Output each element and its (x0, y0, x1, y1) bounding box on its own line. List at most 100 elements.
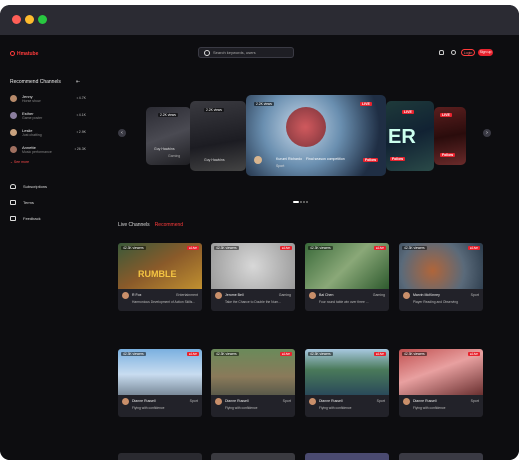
maximize-window-button[interactable] (38, 15, 47, 24)
carousel-slide[interactable]: 2.2K views Guy Hawkins Gaming (146, 107, 191, 165)
live-tile[interactable]: 42.3K viewers ●Live Dianne Russell Sport… (118, 349, 202, 417)
live-badge: ●Live (186, 246, 199, 250)
channel-category: Game poster (22, 116, 43, 120)
live-badge: ●Live (279, 246, 292, 250)
sidebar-channel-jenny[interactable]: Jenny Horse show • 4.7K (10, 94, 86, 106)
live-tile[interactable]: 42.3K viewers ●Live Dianne Russell Sport… (211, 349, 295, 417)
stream-category: Sport (470, 293, 479, 297)
live-tile[interactable]: 42.3K viewers ●Live Dianne Russell Sport… (305, 349, 389, 417)
sidebar-item-terms[interactable]: Terms (10, 199, 80, 209)
carousel-next-button[interactable]: › (483, 129, 491, 137)
stream-category: Sport (276, 164, 285, 168)
page-dot[interactable] (306, 201, 308, 203)
window-titlebar (0, 5, 519, 35)
live-badge: ●Live (279, 352, 292, 356)
follow-button[interactable]: Follow (363, 158, 379, 162)
live-tile[interactable] (305, 453, 389, 460)
carousel-pagination[interactable] (293, 190, 309, 208)
sidebar-channel-annette[interactable]: Annette Music performance • 26.3K (10, 145, 86, 157)
view-count: 42.3K viewers (121, 246, 146, 250)
avatar (215, 292, 222, 299)
sidebar-item-subscriptions[interactable]: Subscriptions (10, 183, 80, 193)
page-dot[interactable] (303, 201, 305, 203)
channel-category: Horse show (22, 99, 41, 103)
live-tile[interactable] (118, 453, 202, 460)
bell-icon[interactable] (439, 50, 444, 55)
avatar (403, 398, 410, 405)
streamer-name: Jerome Bell (225, 293, 244, 297)
live-badge: ●Live (186, 352, 199, 356)
avatar (309, 398, 316, 405)
follow-button[interactable]: Follow (390, 157, 406, 161)
live-channels-header: Live Channels Recommend (118, 222, 183, 228)
stream-category: Sport (470, 399, 479, 403)
streamer-name: Bai Chen (319, 293, 334, 297)
live-badge: ●Live (373, 246, 386, 250)
live-tile[interactable] (211, 453, 295, 460)
streamer-name: R Fox (132, 293, 142, 297)
carousel-slide[interactable]: 2.2K views Guy Hawkins (190, 101, 246, 171)
streamer-name: Dianne Russell (132, 399, 156, 403)
login-button[interactable]: Login (461, 49, 475, 56)
close-window-button[interactable] (12, 15, 21, 24)
logo-text: Hmatube (17, 51, 39, 57)
streamer-name: Dianne Russell (413, 399, 437, 403)
stream-category: Sport (376, 399, 385, 403)
section-title: Live Channels (118, 222, 150, 228)
follow-button[interactable]: Follow (440, 153, 456, 157)
document-icon (10, 200, 16, 205)
recommend-tab[interactable]: Recommend (155, 222, 183, 228)
stream-title: Flying with confidence (132, 406, 165, 410)
collapse-icon[interactable]: ⇤ (76, 79, 80, 85)
streamer-name: Kurumi Richardo (276, 157, 303, 161)
browser-window: Hmatube Search keywords, users Login Sig… (0, 5, 519, 460)
streamer-name: Marvin McKinney (413, 293, 440, 297)
avatar (122, 292, 129, 299)
avatar (122, 398, 129, 405)
see-more-link[interactable]: ⌄ See more (10, 160, 29, 164)
carousel-slide[interactable]: LIVE Follow (434, 107, 466, 165)
carousel-slide[interactable]: LIVE ER Follow (386, 101, 434, 171)
logo[interactable]: Hmatube (10, 51, 38, 57)
live-badge: LIVE (402, 110, 414, 114)
channel-category: Just chatting (22, 133, 42, 137)
page-dot[interactable] (300, 201, 302, 203)
live-badge: ●Live (467, 352, 480, 356)
carousel-slide-active[interactable]: 2.2K views LIVE Kurumi Richardo Sport Fi… (246, 95, 386, 176)
message-icon[interactable] (451, 50, 456, 55)
avatar (10, 146, 17, 153)
sidebar-channel-esther[interactable]: Esther Game poster • 4.1K (10, 111, 86, 123)
live-tile[interactable]: 42.3K viewers ●Live Bai Chen Gaming Four… (305, 243, 389, 311)
live-tile[interactable] (399, 453, 483, 460)
stream-title: Take the Chance to Double the Num... (225, 300, 281, 304)
sidebar: Recommend Channels ⇤ Jenny Horse show • … (0, 75, 92, 460)
stream-category: Entertainment (176, 293, 198, 297)
page-dot[interactable] (293, 201, 299, 203)
stream-category: Gaming (278, 293, 291, 297)
stream-category: Sport (282, 399, 291, 403)
avatar (215, 398, 222, 405)
viewer-count: • 4.1K (76, 113, 86, 117)
minimize-window-button[interactable] (25, 15, 34, 24)
carousel-prev-button[interactable]: ‹ (118, 129, 126, 137)
view-count: 42.3K viewers (308, 352, 333, 356)
streamer-name: Dianne Russell (319, 399, 343, 403)
avatar (403, 292, 410, 299)
live-tile[interactable]: 42.3K viewers ●Live Dianne Russell Sport… (399, 349, 483, 417)
sidebar-channel-leslie[interactable]: Leslie Just chatting • 2.9K (10, 128, 86, 140)
live-badge: LIVE (360, 102, 372, 106)
live-tile[interactable]: 42.3K viewers ●Live Jerome Bell Gaming T… (211, 243, 295, 311)
view-count: 2.2K views (204, 108, 224, 112)
stream-title: Four round table win over three ... (319, 300, 369, 304)
avatar (10, 129, 17, 136)
signup-button[interactable]: Sign up (478, 49, 493, 56)
live-tile[interactable]: RUMBLE 42.3K viewers ●Live R Fox Enterta… (118, 243, 202, 311)
live-tile[interactable]: 42.3K viewers ●Live Marvin McKinney Spor… (399, 243, 483, 311)
stream-category: Sport (189, 399, 198, 403)
search-input[interactable]: Search keywords, users (198, 47, 294, 58)
sidebar-item-label: Terms (23, 200, 34, 205)
sidebar-item-feedback[interactable]: Feedback (10, 215, 80, 225)
view-count: 42.3K viewers (308, 246, 333, 250)
sidebar-item-label: Subscriptions (23, 184, 48, 189)
stream-title: Final season competition (306, 157, 345, 161)
